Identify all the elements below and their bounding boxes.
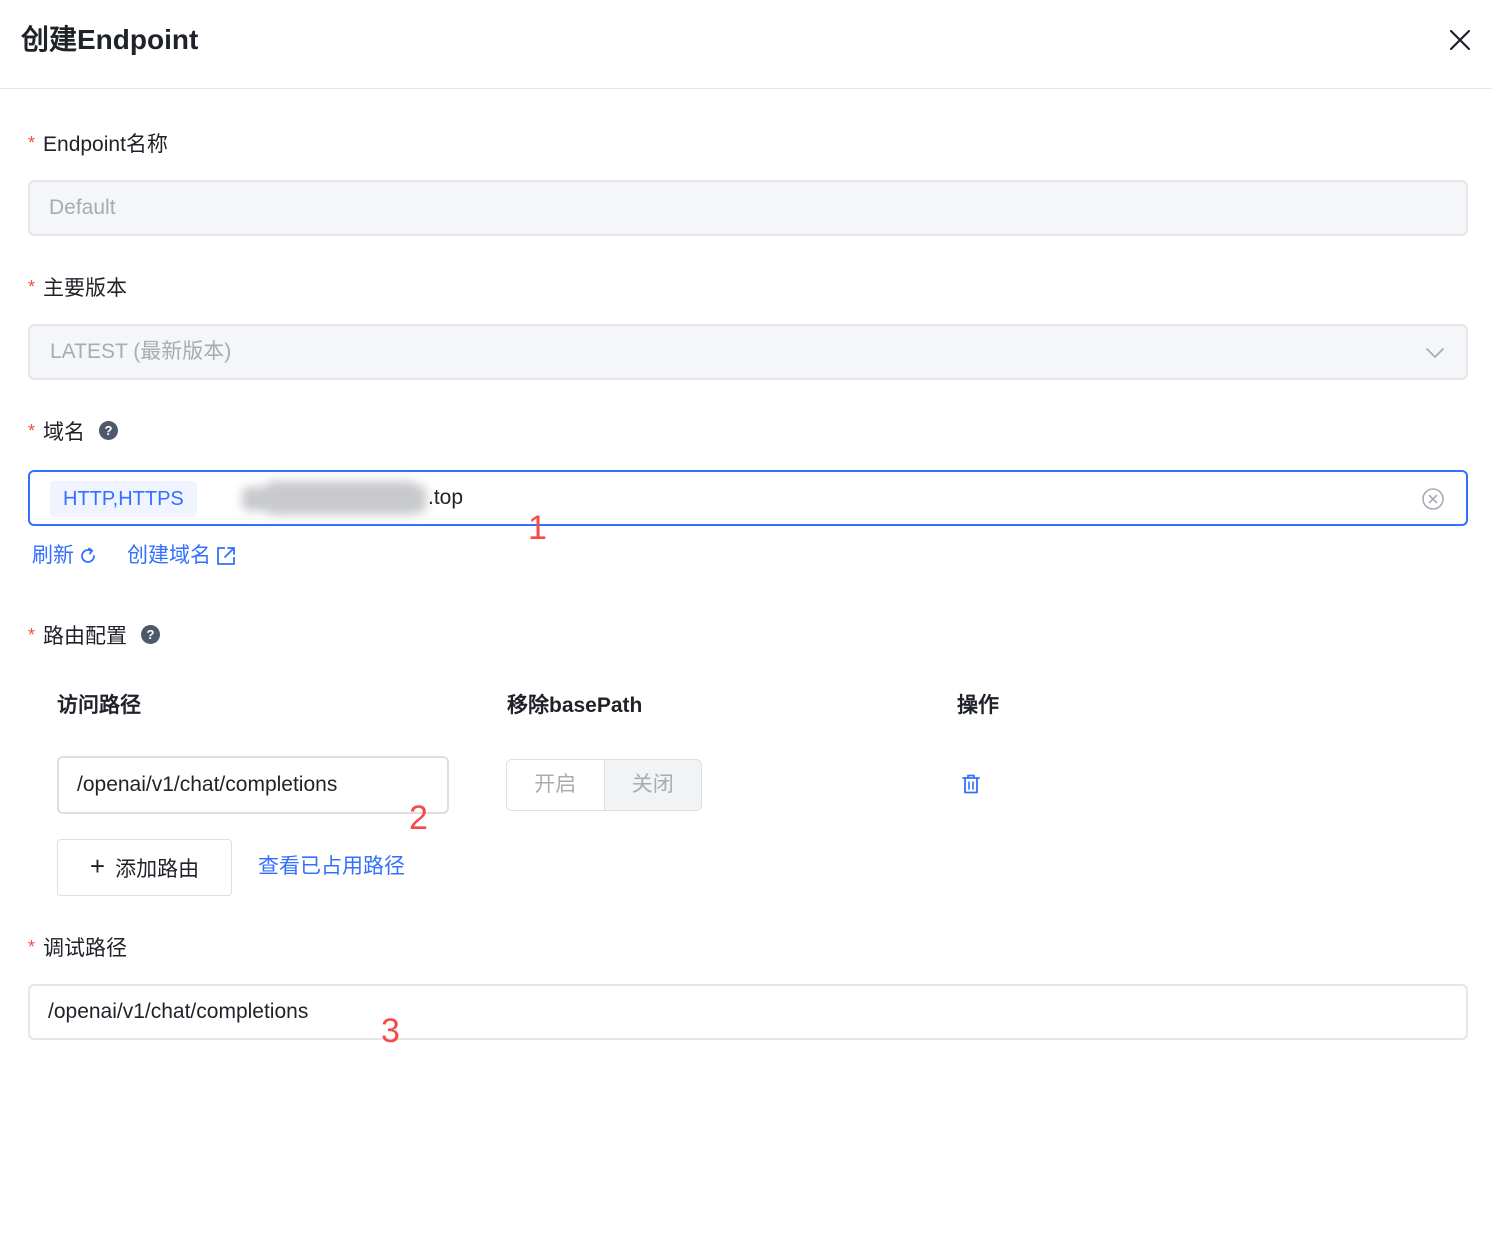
required-mark: * [28, 625, 36, 645]
refresh-link[interactable]: 刷新 [32, 542, 98, 570]
close-icon[interactable] [1444, 24, 1476, 56]
domain-select[interactable]: HTTP,HTTPS .top [28, 470, 1468, 526]
route-path-input[interactable]: /openai/v1/chat/completions [57, 756, 449, 814]
plus-icon: + [89, 851, 106, 881]
endpoint-name-label: * Endpoint名称 [28, 131, 168, 159]
help-circle-icon[interactable]: ? [99, 420, 119, 440]
remove-basepath-toggle: 开启 关闭 [506, 759, 702, 811]
trash-icon[interactable] [960, 772, 982, 796]
domain-value-suffix: .top [428, 486, 464, 509]
route-config-label-text: 路由配置 [43, 625, 128, 648]
create-endpoint-dialog: 创建Endpoint * Endpoint名称 Default * 主要版本 L… [0, 0, 1492, 1238]
route-config-label: * 路由配置 ? [28, 623, 161, 651]
annotation-1: 1 [528, 509, 547, 547]
endpoint-name-placeholder: Default [49, 196, 116, 219]
add-route-label: 添加路由 [115, 857, 200, 881]
endpoint-name-input[interactable]: Default [28, 180, 1468, 236]
major-version-label: * 主要版本 [28, 275, 127, 303]
create-domain-link-label: 创建域名 [127, 544, 211, 567]
major-version-select[interactable]: LATEST (最新版本) [28, 324, 1468, 380]
refresh-icon [81, 547, 95, 563]
help-circle-icon[interactable]: ? [141, 624, 161, 644]
debug-path-label-text: 调试路径 [43, 937, 128, 960]
external-link-icon [217, 547, 235, 565]
column-access-path: 访问路径 [57, 694, 141, 717]
major-version-value: LATEST (最新版本) [50, 340, 232, 363]
view-used-paths-label: 查看已占用路径 [258, 855, 405, 878]
required-mark: * [28, 421, 36, 441]
clear-circle-icon[interactable] [1421, 487, 1445, 511]
redacted-domain-blur [236, 475, 432, 521]
add-route-button[interactable]: + 添加路由 [57, 839, 232, 896]
protocol-tag: HTTP,HTTPS [50, 481, 197, 517]
annotation-3: 3 [381, 1012, 400, 1050]
debug-path-value: /openai/v1/chat/completions [48, 1000, 309, 1023]
column-remove-basepath: 移除basePath [507, 694, 643, 717]
annotation-2: 2 [409, 799, 428, 837]
toggle-off-option[interactable]: 关闭 [603, 760, 701, 810]
required-mark: * [28, 133, 36, 153]
major-version-label-text: 主要版本 [43, 277, 128, 300]
dialog-title: 创建Endpoint [21, 24, 199, 55]
required-mark: * [28, 277, 36, 297]
domain-label: * 域名 ? [28, 419, 119, 447]
required-mark: * [28, 937, 36, 957]
chevron-down-icon [1426, 348, 1444, 358]
create-domain-link[interactable]: 创建域名 [127, 542, 237, 570]
view-used-paths-link[interactable]: 查看已占用路径 [258, 853, 405, 881]
endpoint-name-label-text: Endpoint名称 [43, 133, 168, 156]
toggle-on-option[interactable]: 开启 [507, 760, 604, 810]
refresh-link-label: 刷新 [32, 544, 74, 567]
debug-path-label: * 调试路径 [28, 935, 127, 963]
dialog-header: 创建Endpoint [0, 0, 1492, 89]
debug-path-input[interactable]: /openai/v1/chat/completions [28, 984, 1468, 1040]
column-actions: 操作 [957, 694, 999, 717]
domain-label-text: 域名 [43, 421, 86, 444]
route-path-value: /openai/v1/chat/completions [77, 773, 338, 796]
